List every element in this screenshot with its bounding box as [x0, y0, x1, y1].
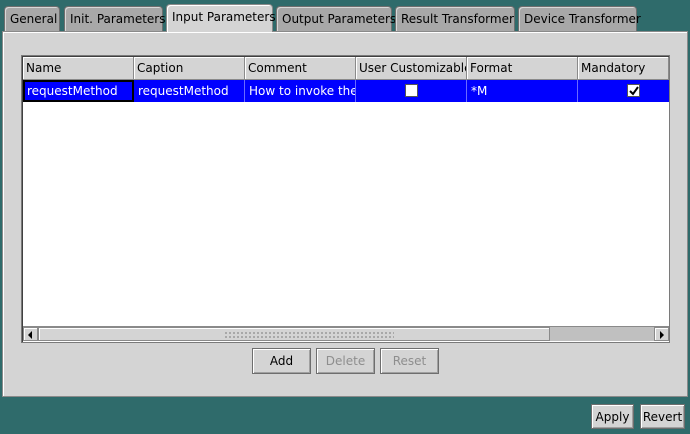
horizontal-scrollbar[interactable]: [23, 326, 669, 341]
tab-result-transformer[interactable]: Result Transformer: [395, 6, 515, 31]
cell-name[interactable]: requestMethod: [23, 80, 134, 102]
column-header-mandatory[interactable]: Mandatory: [578, 57, 669, 80]
apply-button[interactable]: Apply: [591, 404, 634, 429]
tab-general[interactable]: General: [4, 6, 60, 31]
tab-input-parameters[interactable]: Input Parameters: [166, 4, 276, 32]
arrow-left-icon: [28, 331, 32, 339]
tab-device-transformer[interactable]: Device Transformer: [518, 6, 641, 31]
scroll-right-button[interactable]: [654, 327, 669, 341]
tab-output-parameters[interactable]: Output Parameters: [276, 6, 396, 31]
table-row[interactable]: requestMethod requestMethod How to invok…: [23, 80, 669, 102]
column-header-comment[interactable]: Comment: [245, 57, 356, 80]
cell-caption[interactable]: requestMethod: [134, 80, 245, 102]
scroll-left-button[interactable]: [23, 327, 38, 341]
cell-mandatory: [578, 80, 669, 102]
column-header-name[interactable]: Name: [23, 57, 134, 80]
column-header-caption[interactable]: Caption: [134, 57, 245, 80]
cell-comment[interactable]: How to invoke the...: [245, 80, 356, 102]
column-header-user-customizable[interactable]: User Customizable: [356, 57, 467, 80]
column-header-format[interactable]: Format: [467, 57, 578, 80]
delete-button[interactable]: Delete: [316, 348, 375, 374]
add-button[interactable]: Add: [252, 348, 311, 374]
grip-icon: [224, 331, 394, 338]
mandatory-checkbox[interactable]: [627, 84, 640, 97]
revert-button[interactable]: Revert: [640, 404, 685, 429]
cell-format[interactable]: *M: [467, 80, 578, 102]
reset-button[interactable]: Reset: [380, 348, 439, 374]
cell-user-customizable: [356, 80, 467, 102]
checkmark-icon: [629, 86, 639, 96]
tab-init-parameters[interactable]: Init. Parameters: [64, 6, 166, 31]
parameters-table: Name Caption Comment User Customizable F…: [21, 55, 670, 343]
table-header: Name Caption Comment User Customizable F…: [23, 57, 669, 80]
user-customizable-checkbox[interactable]: [405, 84, 418, 97]
window: General Init. Parameters Input Parameter…: [0, 0, 690, 434]
arrow-right-icon: [660, 331, 664, 339]
scrollbar-thumb[interactable]: [38, 327, 550, 341]
